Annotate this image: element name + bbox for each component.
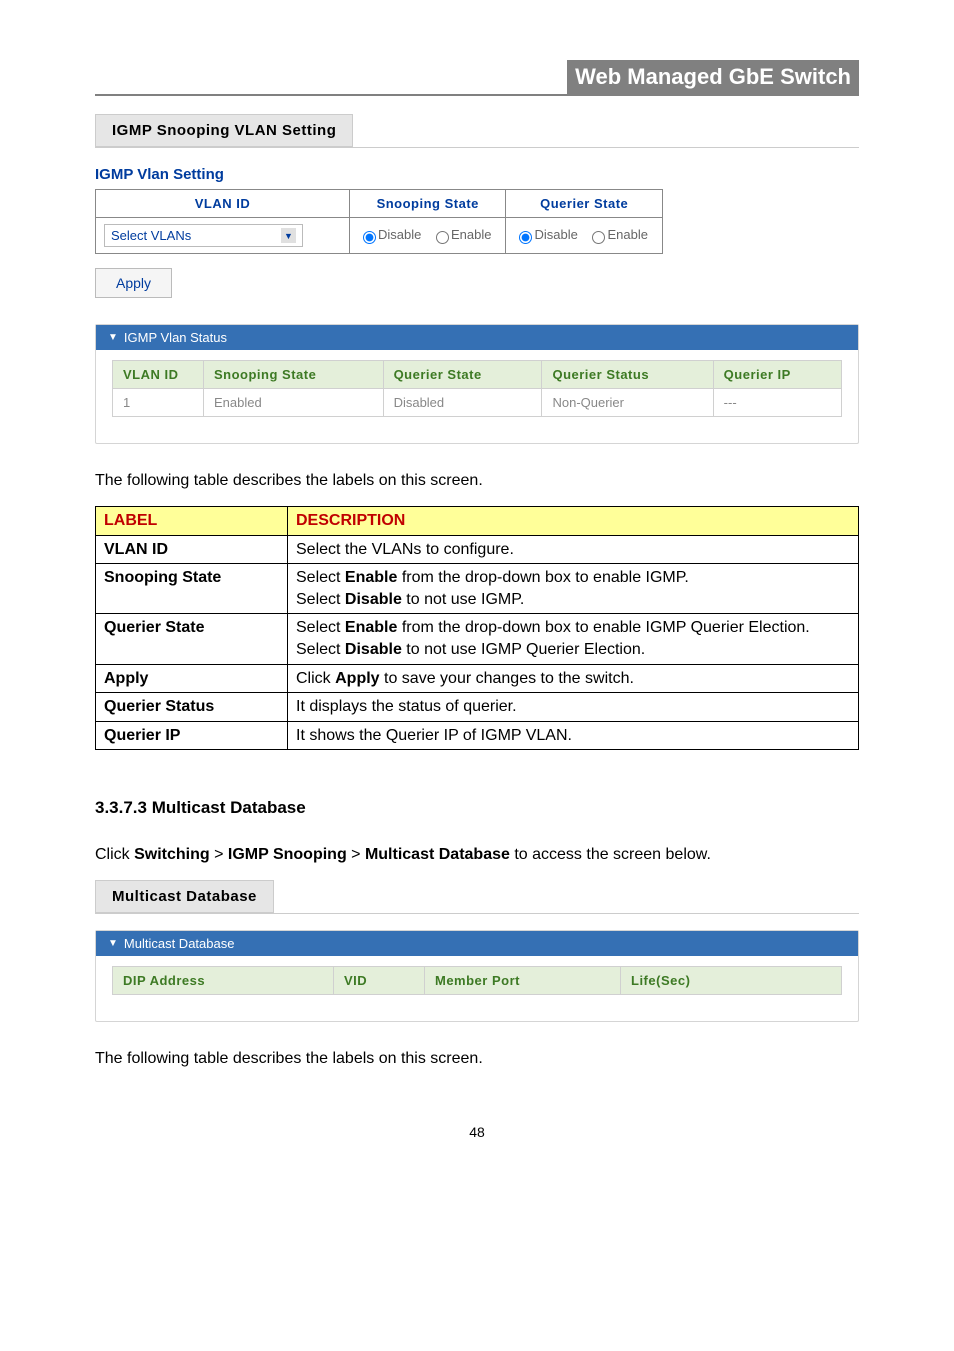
intro-text-1: The following table describes the labels… bbox=[95, 472, 859, 490]
section-header-container-2: Multicast Database bbox=[95, 880, 859, 914]
cell-querier-ip: --- bbox=[713, 389, 841, 417]
vlan-select-dropdown[interactable]: Select VLANs ▼ bbox=[104, 224, 303, 247]
col-header-querier-state: Querier State bbox=[506, 190, 662, 218]
querier-disable-radio[interactable] bbox=[519, 231, 532, 244]
top-banner: Web Managed GbE Switch bbox=[95, 60, 859, 96]
apply-button[interactable]: Apply bbox=[95, 268, 172, 298]
page-number: 48 bbox=[95, 1124, 859, 1140]
querier-enable-option[interactable]: Enable bbox=[587, 227, 647, 242]
snooping-disable-option[interactable]: Disable bbox=[358, 227, 421, 242]
col-header-snooping-state: Snooping State bbox=[350, 190, 506, 218]
snooping-disable-radio[interactable] bbox=[363, 231, 376, 244]
status-col-snooping-state: Snooping State bbox=[204, 361, 384, 389]
table-row: 1 Enabled Disabled Non-Querier --- bbox=[113, 389, 842, 417]
section-number-title: 3.3.7.3 Multicast Database bbox=[95, 798, 859, 818]
panel-title-igmp-vlan-setting: IGMP Vlan Setting bbox=[95, 156, 859, 189]
desc-label: Querier Status bbox=[96, 693, 288, 722]
igmp-vlan-status-panel: ▼ IGMP Vlan Status VLAN ID Snooping Stat… bbox=[95, 324, 859, 444]
igmp-vlan-setting-table: VLAN ID Snooping State Querier State Sel… bbox=[95, 189, 663, 254]
description-table-1: LABEL DESCRIPTION VLAN IDSelect the VLAN… bbox=[95, 506, 859, 750]
mc-col-life: Life(Sec) bbox=[621, 967, 842, 995]
section-header-multicast-database: Multicast Database bbox=[95, 880, 274, 913]
section-header-container: IGMP Snooping VLAN Setting bbox=[95, 114, 859, 148]
desc-text: Select Enable from the drop-down box to … bbox=[288, 614, 859, 664]
desc-text: Click Apply to save your changes to the … bbox=[288, 664, 859, 693]
status-panel-header[interactable]: ▼ IGMP Vlan Status bbox=[96, 325, 858, 350]
querier-enable-radio[interactable] bbox=[592, 231, 605, 244]
intro-text-2: The following table describes the labels… bbox=[95, 1050, 859, 1068]
status-col-querier-status: Querier Status bbox=[542, 361, 713, 389]
desc-header-label: LABEL bbox=[96, 507, 288, 536]
mc-col-vid: VID bbox=[334, 967, 425, 995]
cell-querier-state: Disabled bbox=[383, 389, 542, 417]
chevron-down-icon: ▼ bbox=[108, 938, 118, 949]
desc-text: It shows the Querier IP of IGMP VLAN. bbox=[288, 721, 859, 750]
table-row: Querier StateSelect Enable from the drop… bbox=[96, 614, 859, 664]
desc-text: Select the VLANs to configure. bbox=[288, 535, 859, 564]
table-row: VLAN IDSelect the VLANs to configure. bbox=[96, 535, 859, 564]
status-col-vlan-id: VLAN ID bbox=[113, 361, 204, 389]
page-title: Web Managed GbE Switch bbox=[567, 60, 859, 94]
desc-label: VLAN ID bbox=[96, 535, 288, 564]
querier-disable-option[interactable]: Disable bbox=[514, 227, 577, 242]
chevron-down-icon: ▼ bbox=[108, 332, 118, 343]
breadcrumb: Click Switching > IGMP Snooping > Multic… bbox=[95, 846, 859, 864]
vlan-select-label: Select VLANs bbox=[111, 228, 191, 243]
snooping-enable-option[interactable]: Enable bbox=[431, 227, 491, 242]
table-row: Snooping StateSelect Enable from the dro… bbox=[96, 564, 859, 614]
cell-querier-status: Non-Querier bbox=[542, 389, 713, 417]
snooping-state-radios: Disable Enable bbox=[358, 227, 497, 242]
table-row: Querier StatusIt displays the status of … bbox=[96, 693, 859, 722]
status-panel-header-2[interactable]: ▼ Multicast Database bbox=[96, 931, 858, 956]
table-row: ApplyClick Apply to save your changes to… bbox=[96, 664, 859, 693]
status-col-querier-state: Querier State bbox=[383, 361, 542, 389]
desc-header-description: DESCRIPTION bbox=[288, 507, 859, 536]
desc-label: Apply bbox=[96, 664, 288, 693]
querier-state-radios: Disable Enable bbox=[514, 227, 653, 242]
status-panel-title-2: Multicast Database bbox=[124, 936, 235, 951]
multicast-database-panel: ▼ Multicast Database DIP Address VID Mem… bbox=[95, 930, 859, 1022]
section-header-igmp-snooping-vlan: IGMP Snooping VLAN Setting bbox=[95, 114, 353, 147]
cell-vlan-id: 1 bbox=[113, 389, 204, 417]
desc-text: Select Enable from the drop-down box to … bbox=[288, 564, 859, 614]
status-col-querier-ip: Querier IP bbox=[713, 361, 841, 389]
mc-col-member: Member Port bbox=[425, 967, 621, 995]
cell-snooping-state: Enabled bbox=[204, 389, 384, 417]
col-header-vlan-id: VLAN ID bbox=[96, 190, 350, 218]
desc-label: Querier IP bbox=[96, 721, 288, 750]
desc-label: Snooping State bbox=[96, 564, 288, 614]
igmp-vlan-status-table: VLAN ID Snooping State Querier State Que… bbox=[112, 360, 842, 417]
table-row: Querier IPIt shows the Querier IP of IGM… bbox=[96, 721, 859, 750]
mc-col-dip: DIP Address bbox=[113, 967, 334, 995]
status-panel-title: IGMP Vlan Status bbox=[124, 330, 227, 345]
snooping-enable-radio[interactable] bbox=[436, 231, 449, 244]
desc-text: It displays the status of querier. bbox=[288, 693, 859, 722]
desc-label: Querier State bbox=[96, 614, 288, 664]
chevron-down-icon: ▼ bbox=[281, 228, 296, 243]
multicast-database-table: DIP Address VID Member Port Life(Sec) bbox=[112, 966, 842, 995]
